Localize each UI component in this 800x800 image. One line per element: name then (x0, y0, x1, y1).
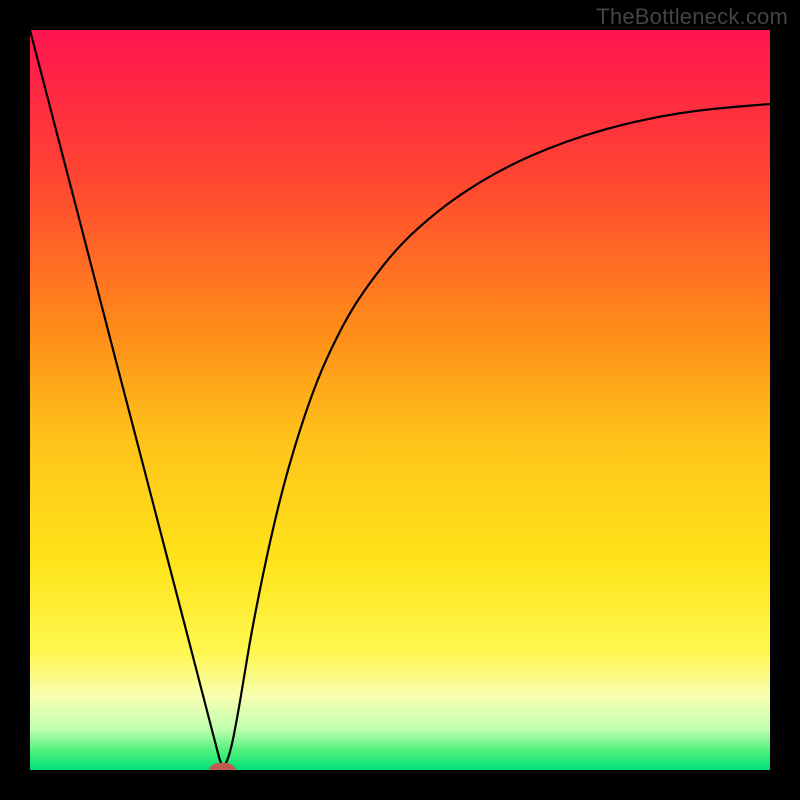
gradient-background (30, 30, 770, 770)
watermark-label: TheBottleneck.com (596, 4, 788, 30)
bottleneck-chart (30, 30, 770, 770)
chart-frame: TheBottleneck.com (0, 0, 800, 800)
plot-area (30, 30, 770, 770)
